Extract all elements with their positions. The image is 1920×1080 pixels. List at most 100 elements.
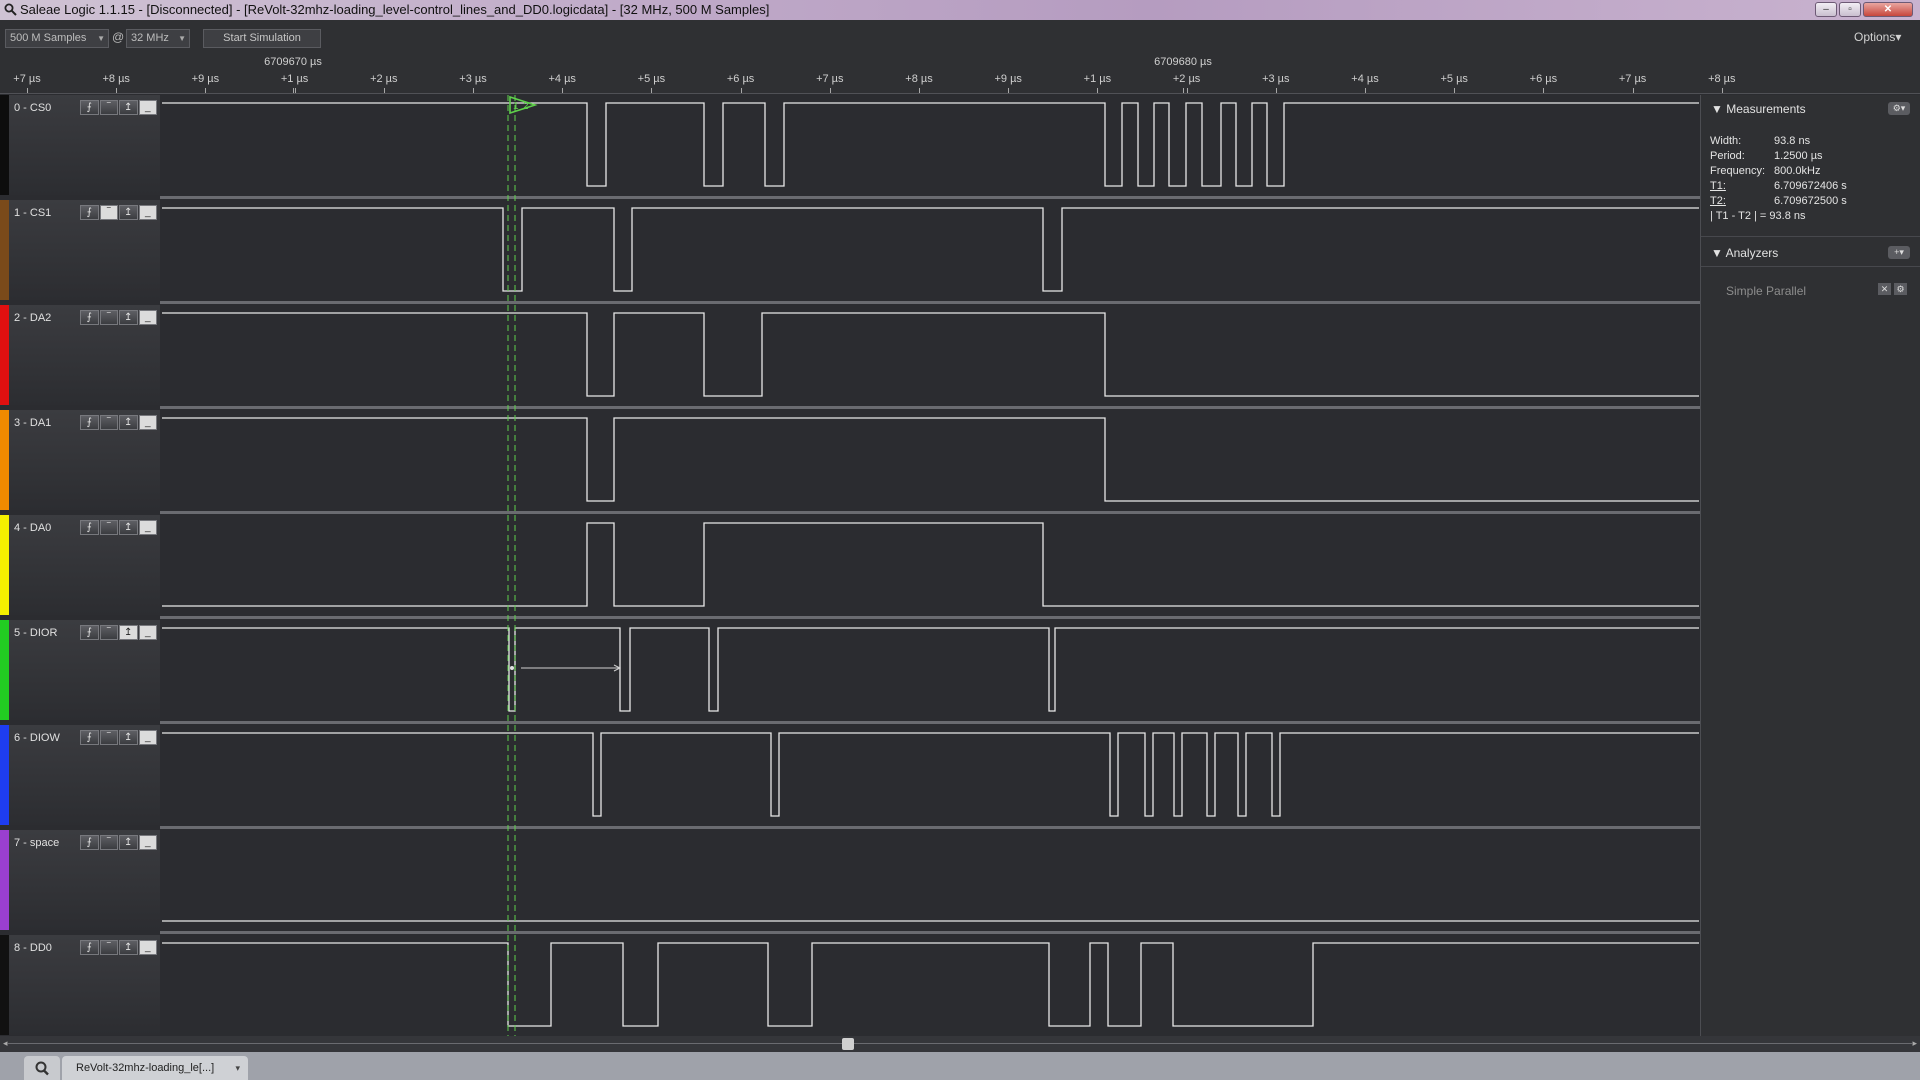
measurement-label: Period: [1710, 150, 1745, 162]
ruler-tick-mark [562, 88, 564, 93]
ruler-tick-mark [651, 88, 653, 93]
channel-area[interactable]: 0 - CS0 ⨍ ‾ ↥ _ 1 - CS1 ⨍ ‾ ↥ _ 2 - DA2 ⨍ ‾ ↥ _ 3 - DA1… [0, 95, 1700, 1039]
scroll-right-arrow-icon[interactable]: ▸ [1912, 1038, 1917, 1049]
ruler-tick-label: +9 µs [191, 73, 220, 85]
ruler-tick-mark [919, 88, 920, 93]
scroll-thumb[interactable] [842, 1038, 854, 1050]
ruler-tick-mark [1008, 88, 1010, 93]
marker-label-t1: 1 [513, 101, 519, 112]
ruler-tick-mark [27, 88, 28, 93]
toolbar: 500 M Samples ▼ @ 32 MHz ▼ Start Simulat… [0, 20, 1920, 56]
analyzer-settings-icon[interactable]: ⚙ [1894, 283, 1907, 295]
measurement-value: 93.8 ns [1774, 135, 1811, 147]
remove-analyzer-icon[interactable]: ✕ [1878, 283, 1891, 295]
ruler-tick-label: +7 µs [1618, 73, 1647, 85]
ruler-tick-label: +4 µs [548, 73, 576, 85]
ruler-tick-mark [740, 88, 742, 93]
chevron-down-icon: ▼ [97, 34, 105, 43]
ruler-tick-mark [116, 88, 118, 93]
close-button[interactable]: ✕ [1863, 2, 1913, 17]
chevron-down-icon: ▼ [178, 34, 186, 43]
measurement-row: Width: 93.8 ns [1710, 135, 1810, 147]
measurement-point [510, 666, 514, 670]
ruler-tick-label: +4 µs [1351, 73, 1379, 85]
measurements-title: Measurements [1726, 102, 1806, 116]
ruler-tick-label: +8 µs [102, 73, 130, 85]
sample-count-value: 500 M Samples [10, 32, 87, 44]
tab-file-label: ReVolt-32mhz-loading_le[...] [76, 1062, 215, 1074]
ruler-tick-mark [1543, 88, 1545, 93]
chevron-down-icon[interactable]: ▾ [235, 1056, 240, 1080]
sample-rate-select[interactable]: 32 MHz ▼ [126, 29, 190, 48]
waveform-dior [162, 627, 1699, 712]
ruler-tick-label: +7 µs [816, 73, 844, 85]
panel-divider [1701, 236, 1920, 237]
side-panel: ▼ Measurements ⚙▾ Width: 93.8 ns Period: 1.… [1700, 95, 1920, 1036]
scroll-left-arrow-icon[interactable]: ◂ [3, 1038, 8, 1049]
ruler-tick-label: +8 µs [905, 73, 933, 85]
analyzers-header[interactable]: ▼ Analyzers [1711, 246, 1778, 260]
add-analyzer-button[interactable]: +▾ [1888, 246, 1910, 259]
ruler-tick-mark [1454, 88, 1456, 93]
scroll-track[interactable] [8, 1043, 1912, 1044]
ruler-tick-mark [1186, 88, 1188, 93]
marker-label-t2: 2 [523, 101, 529, 112]
measurement-row: Frequency: 800.0kHz [1710, 165, 1820, 177]
analyzers-title: Analyzers [1725, 246, 1779, 260]
window-title: Saleae Logic 1.1.15 - [Disconnected] - [… [20, 2, 770, 17]
ruler-tick-mark [829, 88, 831, 93]
measurement-row: | T1 - T2 | = 93.8 ns [1710, 210, 1806, 222]
triangle-down-icon: ▼ [1711, 102, 1723, 116]
title-bar: Saleae Logic 1.1.15 - [Disconnected] - [… [0, 0, 1920, 20]
panel-divider [1701, 266, 1920, 267]
measurement-row: Period: 1.2500 µs [1710, 150, 1823, 162]
ruler-marker [1183, 88, 1184, 93]
waveform-diow [162, 732, 1699, 817]
tab-bar: ReVolt-32mhz-loading_le[...] ▾ [0, 1052, 1920, 1080]
start-simulation-button[interactable]: Start Simulation [203, 29, 321, 48]
waveform-cs0 [162, 102, 1699, 187]
horizontal-scrollbar[interactable]: ◂ ▸ [0, 1036, 1920, 1052]
measurement-label: Width: [1710, 135, 1742, 147]
ruler-tick-label: +5 µs [1440, 73, 1468, 85]
ruler-tick-mark [383, 88, 385, 93]
minimize-button[interactable]: – [1815, 2, 1837, 17]
ruler-tick-mark [205, 88, 207, 93]
ruler-tick-mark [473, 88, 474, 93]
analyzer-simple-parallel[interactable]: Simple Parallel [1726, 284, 1806, 298]
ruler-tick-label: +1 µs [280, 73, 309, 85]
time-ruler[interactable]: 6709670 µs 6709680 µs +7 µs +8 µs +9 µs +1 … [0, 56, 1920, 94]
measurement-value: 6.709672500 s [1774, 195, 1847, 207]
waveform-plot[interactable]: 12 [0, 95, 1700, 1036]
ruler-tick-label: +5 µs [637, 73, 666, 85]
maximize-button[interactable]: ▫ [1839, 2, 1861, 17]
ruler-absolute-time-right: 6709680 µs [1154, 56, 1212, 68]
measurement-row: T1: 6.709672406 s [1710, 180, 1847, 192]
sample-count-select[interactable]: 500 M Samples ▼ [5, 29, 109, 48]
ruler-tick-mark [294, 88, 296, 93]
ruler-tick-label: +9 µs [994, 73, 1022, 85]
search-icon [35, 1061, 49, 1076]
measurement-label: T2: [1710, 195, 1726, 207]
ruler-tick-label: +3 µs [1262, 73, 1290, 85]
waveform-da1 [162, 417, 1699, 502]
measurements-header[interactable]: ▼ Measurements [1711, 102, 1806, 116]
at-separator: @ [112, 30, 125, 44]
magnifier-app-icon [4, 3, 17, 16]
ruler-tick-mark [1721, 88, 1723, 93]
sample-rate-value: 32 MHz [131, 32, 169, 44]
measurements-gear-icon[interactable]: ⚙▾ [1888, 102, 1910, 115]
ruler-tick-mark [1365, 88, 1366, 93]
ruler-tick-mark [1632, 88, 1634, 93]
measurement-value: 1.2500 µs [1774, 150, 1823, 162]
waveform-dd0 [162, 942, 1699, 1027]
ruler-tick-label: +7 µs [13, 73, 41, 85]
ruler-tick-label: +6 µs [1529, 73, 1558, 85]
ruler-absolute-time-left: 6709670 µs [264, 56, 322, 68]
tab-file[interactable]: ReVolt-32mhz-loading_le[...] ▾ [62, 1056, 248, 1080]
options-button[interactable]: Options▾ [1854, 30, 1901, 44]
ruler-tick-mark [1275, 88, 1277, 93]
ruler-tick-label: +2 µs [370, 73, 398, 85]
tab-search[interactable] [24, 1056, 60, 1080]
ruler-tick-mark [1097, 88, 1099, 93]
